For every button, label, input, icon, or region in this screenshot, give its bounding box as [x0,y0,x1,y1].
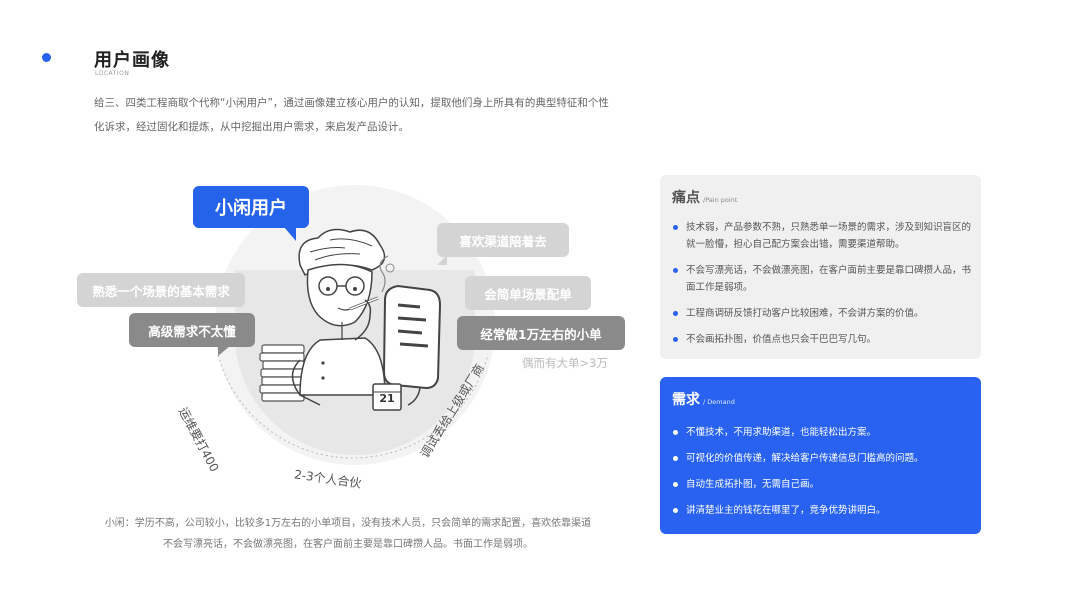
list-item: 技术弱，产品参数不熟，只熟悉单一场景的需求，涉及到知识盲区的就一脸懵，担心自己配… [672,219,971,253]
pain-point-list: 技术弱，产品参数不熟，只熟悉单一场景的需求，涉及到知识盲区的就一脸懵，担心自己配… [672,219,971,357]
bubble-advanced-needs: 高级需求不太懂 [129,313,255,347]
bullet-dot [673,225,678,230]
bullet-dot [673,482,678,487]
pain-point-card: 痛点/Pain point 技术弱，产品参数不熟，只熟悉单一场景的需求，涉及到知… [660,175,981,359]
main-bubble-tail [284,227,296,241]
list-item: 讲清楚业主的钱花在哪里了，竞争优势讲明白。 [672,502,971,519]
bullet-dot [673,268,678,273]
caption-line: 不会写漂亮话，不会做漂亮图，在客户面前主要是靠口碑攒人品。书面工作是弱项。 [163,539,533,550]
bubble-small-orders: 经常做1万左右的小单 [457,316,625,350]
bullet-dot [673,508,678,513]
demand-title: 需求 / Demand [672,392,735,408]
bubble-channel: 喜欢渠道陪着去 [437,223,569,257]
list-item: 自动生成拓扑图，无需自己画。 [672,476,971,493]
bubble-channel-tail [437,255,447,265]
list-item: 工程商调研反馈打动客户比较困难，不会讲方案的价值。 [672,305,971,322]
list-item: 可视化的价值传递，解决给客户传递信息门槛高的问题。 [672,450,971,467]
list-item: 不懂技术，不用求助渠道，也能轻松出方案。 [672,424,971,441]
bubble-basic-needs: 熟悉一个场景的基本需求 [77,273,245,307]
demand-card: 需求 / Demand 不懂技术，不用求助渠道，也能轻松出方案。 可视化的价值传递… [660,377,981,534]
persona-caption: 小闲：学历不高，公司较小，比较多1万左右的小单项目，没有技术人员，只会简单的需求… [98,513,598,555]
bubble-simple-config: 会简单场景配单 [465,276,591,310]
bullet-dot [673,430,678,435]
demand-list: 不懂技术，不用求助渠道，也能轻松出方案。 可视化的价值传递，解决给客户传递信息门… [672,424,971,528]
bubble-advanced-tail [218,346,230,356]
bullet-dot [673,337,678,342]
pain-point-title: 痛点/Pain point [672,190,738,206]
bullet-dot [673,456,678,461]
calendar-day: 21 [379,392,395,405]
main-persona-bubble: 小闲用户 [193,186,309,228]
bullet-dot [673,311,678,316]
caption-line: 小闲：学历不高，公司较小，比较多1万左右的小单项目，没有技术人员，只会简单的需求… [104,518,592,529]
big-order-note: 偶而有大单>3万 [522,356,608,370]
list-item: 不会画拓扑图，价值点也只会干巴巴写几句。 [672,331,971,348]
list-item: 不会写漂亮话，不会做漂亮图，在客户面前主要是靠口碑攒人品，书面工作是弱项。 [672,262,971,296]
